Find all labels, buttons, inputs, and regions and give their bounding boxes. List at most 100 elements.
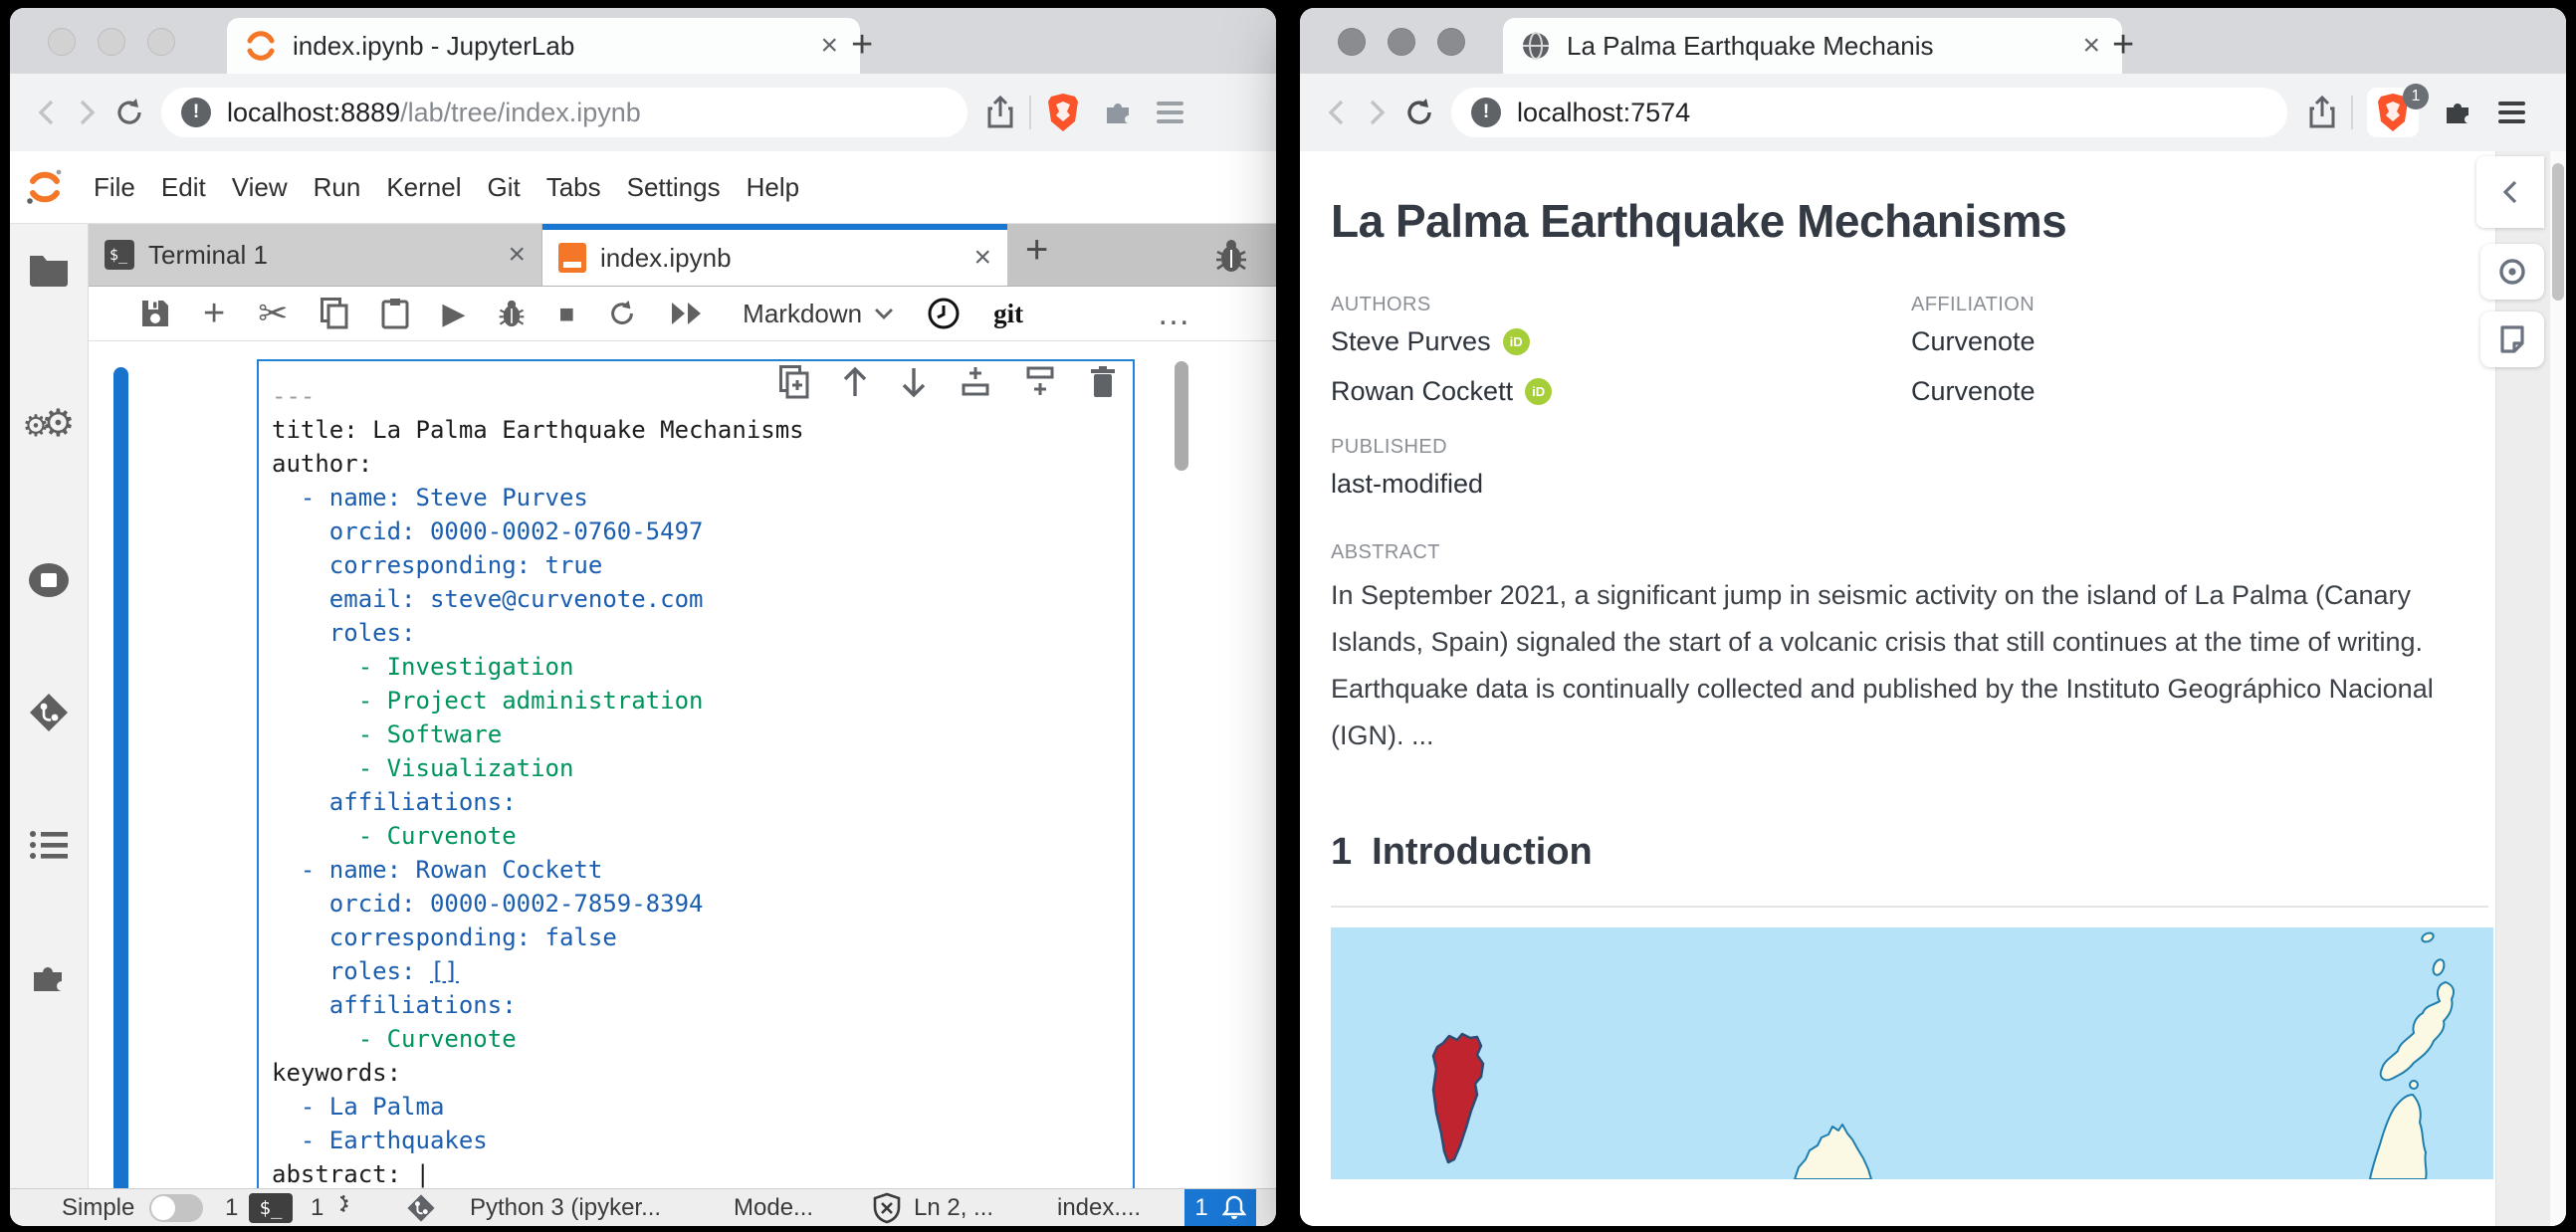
notebook-scrollbar[interactable] — [1175, 361, 1188, 471]
site-info-icon[interactable]: ! — [1471, 98, 1501, 127]
close-tab-icon[interactable]: × — [2078, 31, 2104, 61]
minimize-window-button[interactable] — [98, 28, 125, 56]
extensions-puzzle-icon[interactable] — [1101, 96, 1135, 129]
history-clock-icon[interactable] — [927, 297, 961, 330]
visibility-button[interactable] — [2480, 244, 2544, 300]
menu-item-kernel[interactable]: Kernel — [386, 172, 461, 203]
simple-mode-toggle[interactable] — [149, 1189, 203, 1226]
more-options-icon[interactable]: … — [1157, 295, 1192, 333]
code-line: corresponding: true — [272, 548, 1133, 582]
command-mode-label[interactable]: Mode... — [734, 1189, 813, 1226]
orcid-icon[interactable]: iD — [1503, 328, 1530, 355]
menu-item-file[interactable]: File — [94, 172, 135, 203]
run-cell-icon[interactable]: ▶ — [442, 297, 465, 331]
page-scroll-gutter[interactable] — [2550, 151, 2566, 1226]
reload-icon[interactable] — [113, 96, 153, 129]
window-controls[interactable] — [1338, 28, 1465, 56]
back-icon[interactable] — [1324, 96, 1364, 129]
cut-cells-icon[interactable]: ✂ — [258, 293, 288, 334]
forward-icon[interactable] — [1364, 96, 1403, 129]
stop-kernel-icon[interactable]: ■ — [558, 299, 574, 329]
active-cell-indicator[interactable] — [113, 367, 128, 1189]
annotation-button[interactable] — [2480, 311, 2544, 367]
dock-tab-terminal[interactable]: $_ Terminal 1 × — [89, 224, 542, 286]
left-tabstrip: index.ipynb - JupyterLab × + — [10, 8, 1276, 74]
menu-item-view[interactable]: View — [232, 172, 288, 203]
brave-shield-icon[interactable]: 1 — [2367, 88, 2419, 137]
file-browser-icon[interactable] — [28, 252, 70, 288]
add-cell-icon[interactable]: + — [203, 293, 225, 335]
running-kernels-icon[interactable] — [27, 562, 71, 598]
browser-tab-jupyterlab[interactable]: index.ipynb - JupyterLab × — [227, 18, 860, 74]
insert-cell-above-icon[interactable] — [960, 365, 991, 399]
insert-cell-below-icon[interactable] — [1024, 365, 1056, 399]
move-cell-up-icon[interactable] — [842, 365, 868, 399]
brave-shield-icon[interactable] — [1045, 92, 1081, 133]
menu-hamburger-icon[interactable] — [1157, 97, 1183, 128]
close-tab-icon[interactable]: × — [508, 238, 526, 272]
cell-type-value: Markdown — [743, 299, 862, 329]
markdown-cell[interactable]: ---title: La Palma Earthquake Mechanisms… — [257, 359, 1135, 1189]
reload-icon[interactable] — [1403, 96, 1443, 129]
site-info-icon[interactable]: ! — [181, 98, 211, 127]
copy-cells-icon[interactable] — [321, 298, 348, 329]
share-icon[interactable] — [2307, 95, 2337, 130]
git-icon[interactable] — [28, 692, 70, 733]
close-tab-icon[interactable]: × — [816, 31, 842, 61]
dock-tabbar: $_ Terminal 1 × index.ipynb × + — [89, 224, 1276, 287]
add-tab-button[interactable]: + — [1025, 228, 1048, 286]
notebook-icon — [558, 243, 586, 273]
notebook-area[interactable]: ---title: La Palma Earthquake Mechanisms… — [89, 341, 1276, 1189]
cursor-position[interactable]: Ln 2, ... — [914, 1189, 993, 1226]
close-tab-icon[interactable]: × — [973, 241, 991, 275]
new-tab-button[interactable]: + — [2112, 30, 2134, 60]
move-cell-down-icon[interactable] — [901, 365, 927, 399]
zoom-window-button[interactable] — [1437, 28, 1465, 56]
code-line: affiliations: — [272, 988, 1133, 1022]
svg-text:$_: $_ — [109, 246, 128, 264]
restart-kernel-icon[interactable] — [607, 299, 637, 328]
extensions-puzzle-icon[interactable] — [29, 958, 69, 998]
restart-run-all-icon[interactable] — [670, 301, 704, 326]
menu-hamburger-icon[interactable] — [2498, 97, 2525, 128]
jupyter-logo-icon — [26, 167, 64, 207]
close-window-button[interactable] — [48, 28, 76, 56]
notification-badge[interactable]: 1 — [1184, 1189, 1256, 1226]
debug-bug-icon[interactable] — [498, 299, 526, 328]
zoom-window-button[interactable] — [147, 28, 175, 56]
git-branch-icon[interactable] — [406, 1189, 436, 1226]
property-inspector-gears-icon[interactable]: ⚙⚙ — [23, 401, 76, 446]
cell-type-dropdown[interactable]: Markdown — [743, 299, 894, 329]
dock-tab-notebook[interactable]: index.ipynb × — [542, 224, 1007, 286]
paste-cells-icon[interactable] — [381, 298, 409, 329]
address-bar[interactable]: ! localhost:7574 — [1451, 88, 2287, 137]
share-icon[interactable] — [985, 95, 1015, 130]
minimize-window-button[interactable] — [1388, 28, 1415, 56]
back-icon[interactable] — [34, 96, 74, 129]
cell-source-editor[interactable]: ---title: La Palma Earthquake Mechanisms… — [259, 361, 1133, 1189]
forward-icon[interactable] — [74, 96, 113, 129]
tab-title: La Palma Earthquake Mechanis — [1567, 31, 1934, 62]
browser-tab-article[interactable]: La Palma Earthquake Mechanis × — [1503, 18, 2122, 74]
window-controls[interactable] — [48, 28, 175, 56]
extensions-puzzle-icon[interactable] — [2441, 96, 2474, 129]
duplicate-cell-icon[interactable] — [779, 365, 809, 399]
menu-item-help[interactable]: Help — [747, 172, 799, 203]
menu-item-settings[interactable]: Settings — [627, 172, 721, 203]
save-icon[interactable] — [140, 299, 170, 328]
kernel-name[interactable]: Python 3 (ipyker... — [470, 1189, 661, 1226]
debugger-bug-icon[interactable] — [1214, 238, 1248, 274]
orcid-icon[interactable]: iD — [1525, 378, 1552, 405]
menu-item-run[interactable]: Run — [314, 172, 361, 203]
close-window-button[interactable] — [1338, 28, 1366, 56]
address-bar[interactable]: ! localhost:8889/lab/tree/index.ipynb — [161, 88, 967, 137]
git-toolbar-label[interactable]: git — [993, 299, 1023, 329]
collapse-panel-button[interactable] — [2476, 156, 2544, 228]
delete-cell-trash-icon[interactable] — [1089, 365, 1117, 399]
menu-item-git[interactable]: Git — [487, 172, 520, 203]
toc-icon[interactable] — [29, 829, 69, 861]
new-tab-button[interactable]: + — [851, 30, 873, 60]
menu-item-edit[interactable]: Edit — [161, 172, 206, 203]
page-scrollbar-thumb[interactable] — [2552, 163, 2564, 301]
menu-item-tabs[interactable]: Tabs — [546, 172, 601, 203]
